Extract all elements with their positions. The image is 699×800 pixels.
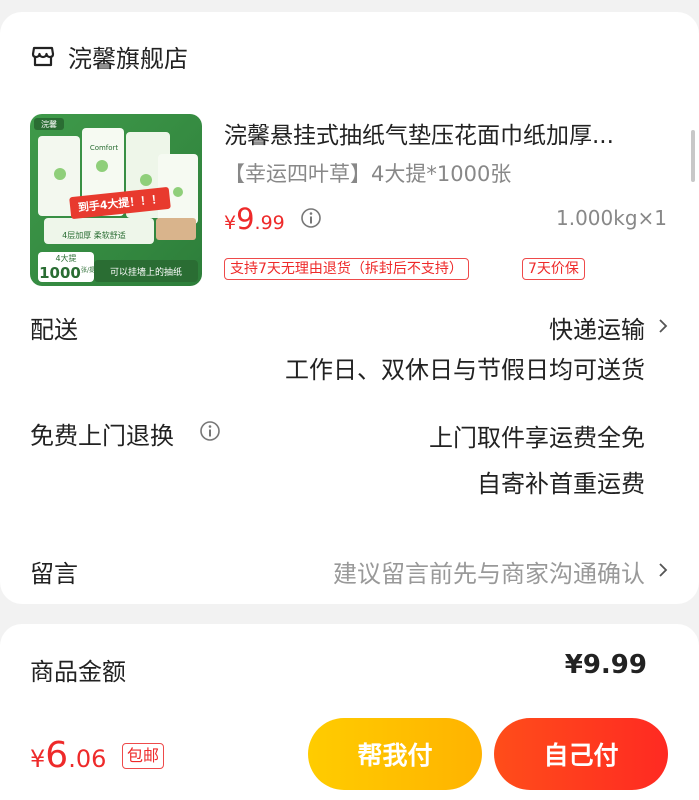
image-count-small: 4大提 bbox=[55, 253, 76, 263]
product-title[interactable]: 浣馨悬挂式抽纸气垫压花面巾纸加厚... bbox=[224, 116, 668, 150]
store-icon bbox=[31, 46, 55, 67]
store-name: 浣馨旗舰店 bbox=[68, 44, 188, 73]
pack-label: Comfort bbox=[90, 144, 119, 152]
brand-logo-text: 浣馨 bbox=[41, 119, 57, 129]
delivery-method[interactable]: 快递运输 bbox=[549, 310, 645, 345]
pay-price: ¥ 6 .06 bbox=[30, 735, 106, 776]
free-return-line1: 上门取件享运费全免 bbox=[429, 424, 645, 452]
message-label: 留言 bbox=[30, 560, 78, 588]
product-weight: 1.000kg×1 bbox=[555, 206, 667, 230]
delivery-label: 配送 bbox=[30, 316, 78, 344]
subtotal-label: 商品金额 bbox=[30, 658, 126, 686]
image-count-big: 1000 bbox=[39, 264, 81, 282]
price-decimal: .99 bbox=[254, 212, 285, 234]
product-spec[interactable]: 【幸运四叶草】4大提*1000张 bbox=[224, 158, 511, 188]
subtotal-value: ¥9.99 bbox=[564, 650, 647, 680]
free-shipping-badge: 包邮 bbox=[122, 743, 165, 769]
product-image[interactable]: 浣馨 到手4大提！！！ 4层加厚 柔软舒适 Comfort 4大提 1000 张… bbox=[30, 114, 202, 286]
pay-price-decimal: .06 bbox=[68, 745, 107, 773]
help-me-pay-button[interactable]: 帮我付 bbox=[308, 718, 482, 790]
delivery-note: 工作日、双休日与节假日均可送货 bbox=[285, 356, 645, 384]
message-input[interactable]: 建议留言前先与商家沟通确认 bbox=[333, 554, 645, 589]
pay-price-symbol: ¥ bbox=[30, 745, 46, 773]
pay-price-integer: 6 bbox=[45, 735, 69, 776]
free-return-line2: 自寄补首重运费 bbox=[477, 470, 645, 498]
price-protect-tag: 7天价保 bbox=[522, 258, 585, 280]
image-count-unit: 张/提 bbox=[81, 266, 95, 274]
price-symbol: ¥ bbox=[224, 212, 237, 234]
chevron-right-icon[interactable] bbox=[658, 562, 668, 578]
image-tagline: 4层加厚 柔软舒适 bbox=[62, 230, 126, 240]
price-integer: 9 bbox=[236, 202, 255, 236]
scrollbar[interactable] bbox=[691, 130, 695, 182]
order-card bbox=[0, 12, 699, 604]
return-policy-tag: 支持7天无理由退货（拆封后不支持） bbox=[224, 258, 469, 280]
image-slogan: 可以挂墙上的抽纸 bbox=[110, 266, 182, 278]
info-icon[interactable] bbox=[300, 207, 322, 229]
product-price: ¥ 9 .99 bbox=[224, 202, 285, 236]
free-return-label: 免费上门退换 bbox=[30, 422, 174, 450]
chevron-right-icon[interactable] bbox=[658, 318, 668, 334]
info-icon[interactable] bbox=[199, 420, 221, 442]
store-header[interactable]: 浣馨旗舰店 bbox=[30, 40, 188, 73]
pay-myself-button[interactable]: 自己付 bbox=[494, 718, 668, 790]
